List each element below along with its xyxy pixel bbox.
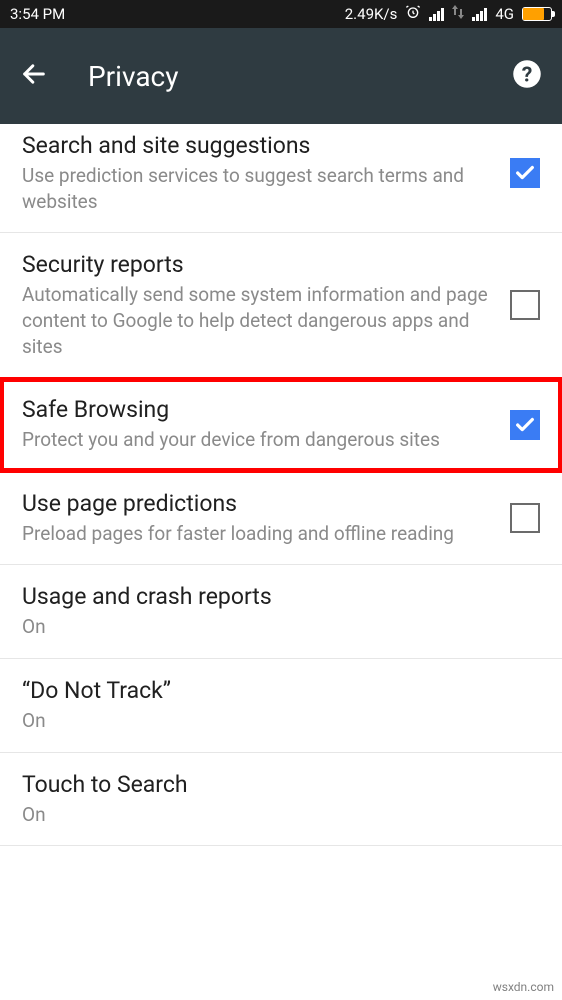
setting-text: Touch to Search On [22, 771, 540, 828]
setting-item[interactable]: Usage and crash reports On [0, 565, 562, 659]
network-label: 4G [495, 5, 514, 23]
page-title: Privacy [88, 60, 178, 93]
setting-title: “Do Not Track” [22, 677, 520, 704]
setting-desc: On [22, 802, 520, 828]
setting-item[interactable]: Search and site suggestions Use predictio… [0, 124, 562, 233]
setting-text: Security reports Automatically send some … [22, 251, 510, 359]
checkbox[interactable] [510, 158, 540, 188]
signal-icon-1 [429, 8, 444, 21]
checkbox[interactable] [510, 410, 540, 440]
data-icon [452, 5, 464, 23]
back-arrow-icon[interactable] [20, 60, 48, 92]
setting-title: Touch to Search [22, 771, 520, 798]
signal-icon-2 [472, 8, 487, 21]
app-bar: Privacy ? [0, 28, 562, 124]
setting-title: Use page predictions [22, 490, 490, 517]
setting-desc: Preload pages for faster loading and off… [22, 521, 490, 547]
checkbox[interactable] [510, 503, 540, 533]
status-bar: 3:54 PM 2.49K/s 4G [0, 0, 562, 28]
setting-text: Use page predictions Preload pages for fa… [22, 490, 510, 547]
setting-text: Usage and crash reports On [22, 583, 540, 640]
setting-text: Search and site suggestions Use predictio… [22, 132, 510, 214]
setting-title: Search and site suggestions [22, 132, 490, 159]
setting-desc: On [22, 708, 520, 734]
status-time: 3:54 PM [10, 5, 65, 23]
svg-text:?: ? [522, 63, 533, 88]
battery-icon [522, 7, 552, 21]
status-speed: 2.49K/s [345, 5, 398, 23]
setting-item[interactable]: Security reports Automatically send some … [0, 233, 562, 378]
setting-text: Safe Browsing Protect you and your device… [22, 396, 510, 453]
setting-text: “Do Not Track” On [22, 677, 540, 734]
setting-desc: On [22, 614, 520, 640]
setting-item[interactable]: Safe Browsing Protect you and your device… [0, 378, 562, 472]
alarm-icon [405, 4, 421, 24]
setting-desc: Use prediction services to suggest searc… [22, 163, 490, 214]
setting-title: Safe Browsing [22, 396, 490, 423]
help-icon[interactable]: ? [512, 59, 542, 93]
setting-item[interactable]: Use page predictions Preload pages for fa… [0, 472, 562, 566]
watermark: wsxdn.com [493, 980, 554, 994]
setting-item[interactable]: Touch to Search On [0, 753, 562, 847]
status-right: 2.49K/s 4G [345, 4, 552, 24]
setting-desc: Protect you and your device from dangero… [22, 427, 490, 453]
setting-title: Usage and crash reports [22, 583, 520, 610]
setting-desc: Automatically send some system informati… [22, 282, 490, 359]
setting-title: Security reports [22, 251, 490, 278]
checkbox[interactable] [510, 290, 540, 320]
setting-item[interactable]: “Do Not Track” On [0, 659, 562, 753]
settings-list: Search and site suggestions Use predictio… [0, 124, 562, 846]
